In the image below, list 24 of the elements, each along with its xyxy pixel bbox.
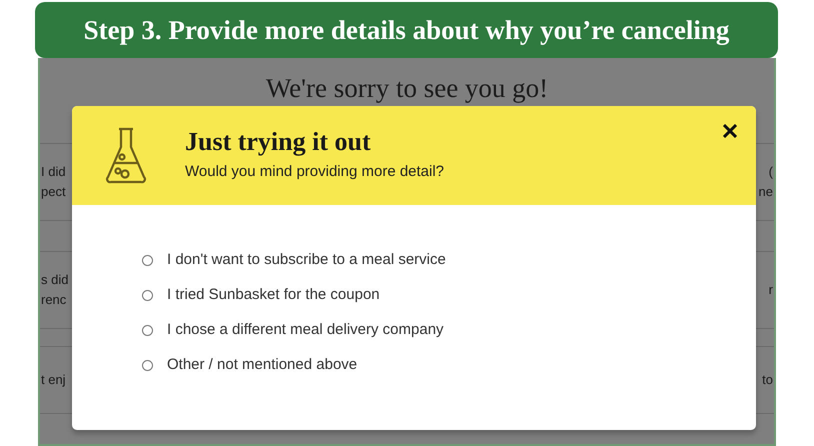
radio-option[interactable]: Other / not mentioned above — [142, 354, 358, 376]
background-text: pect — [41, 183, 66, 201]
background-text: I did — [41, 163, 66, 181]
background-text: t enj — [41, 371, 66, 389]
close-icon — [723, 124, 737, 138]
page-heading: We're sorry to see you go! — [266, 72, 548, 105]
radio-button[interactable] — [142, 290, 153, 300]
modal-title: Just trying it out — [185, 127, 372, 158]
radio-button[interactable] — [142, 360, 153, 370]
modal-subtitle: Would you mind providing more detail? — [185, 162, 444, 182]
radio-option[interactable]: I chose a different meal delivery company — [142, 319, 444, 341]
background-text: r — [768, 281, 773, 299]
background-text: ( — [768, 163, 773, 181]
flask-icon — [105, 127, 147, 184]
radio-option[interactable]: I tried Sunbasket for the coupon — [142, 284, 380, 306]
background-text: renc — [41, 291, 66, 309]
radio-option[interactable]: I don't want to subscribe to a meal service — [142, 249, 446, 271]
background-text: to — [762, 371, 773, 389]
background-text: s did — [41, 271, 68, 289]
radio-button[interactable] — [142, 324, 153, 336]
close-button[interactable] — [720, 121, 740, 141]
banner-title: Step 3. Provide more details about why you’re canceling — [84, 14, 730, 47]
radio-button[interactable] — [142, 254, 153, 266]
background-text: ne — [758, 183, 773, 201]
